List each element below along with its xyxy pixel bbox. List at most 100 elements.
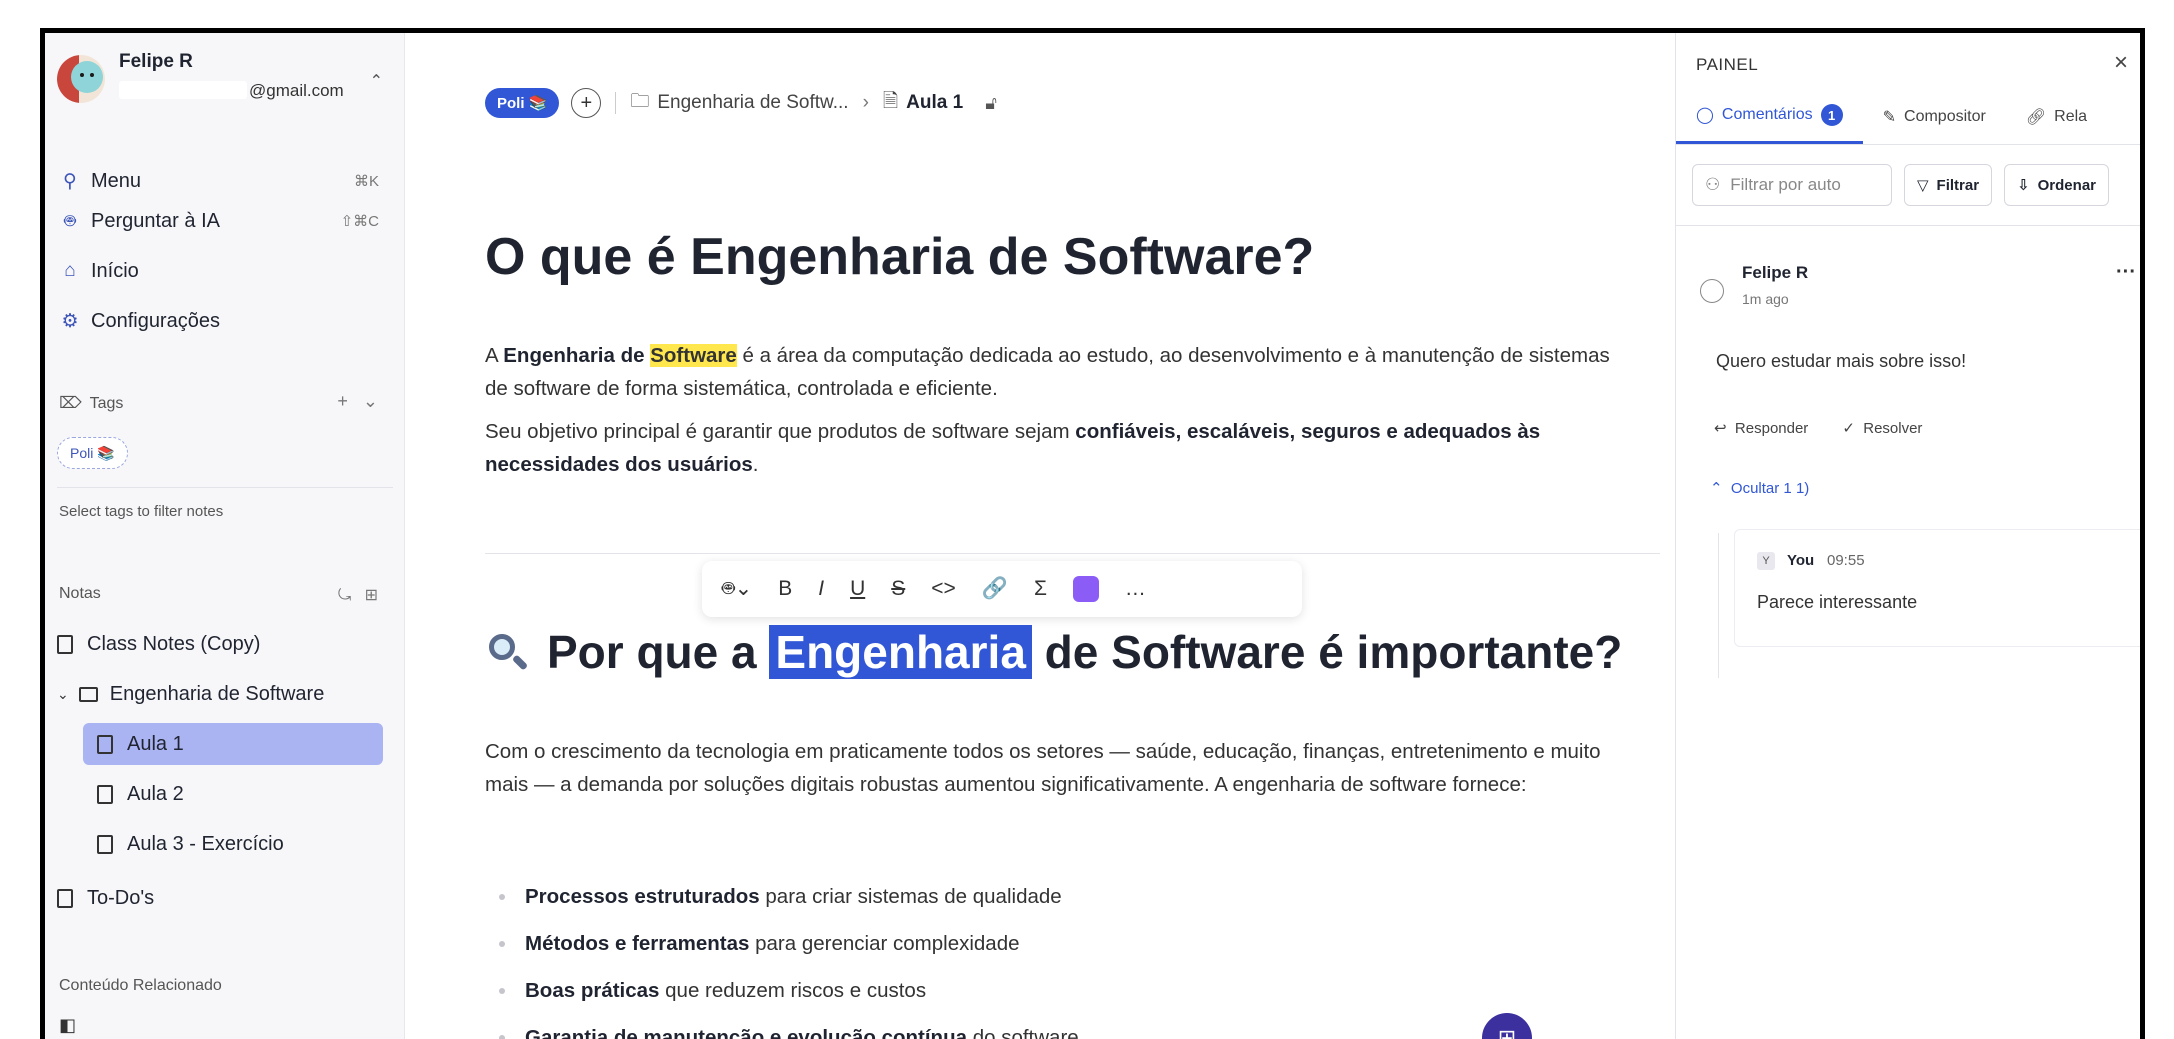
- note-aula-3-exercicio[interactable]: Aula 3 - Exercício: [97, 823, 393, 865]
- highlight-color-button[interactable]: [1072, 576, 1099, 602]
- panel-title: PAINEL: [1696, 55, 1759, 74]
- notes-heading: Notas: [59, 585, 101, 602]
- note-label: Aula 1: [127, 732, 184, 755]
- reply-button[interactable]: ↩ Responder: [1714, 419, 1808, 437]
- filter-button[interactable]: ▽ Filtrar: [1904, 164, 1993, 206]
- nav-home-label: Início: [91, 259, 139, 282]
- more-options-icon[interactable]: ···: [2116, 261, 2136, 284]
- folder-icon: 🗀: [630, 91, 650, 112]
- hide-replies-toggle[interactable]: ⌃ Ocultar 1 1): [1710, 479, 1809, 497]
- lock-icon[interactable]: 🔓︎: [985, 93, 997, 114]
- bullet-list: Processos estruturados para criar sistem…: [485, 873, 1585, 1039]
- tags-heading: ⌦ Tags: [59, 395, 124, 412]
- code-button[interactable]: <>: [931, 577, 956, 601]
- resolve-button[interactable]: ✓ Resolver: [1842, 419, 1922, 437]
- chevron-updown-icon[interactable]: ⌃: [370, 71, 383, 91]
- app-window: Felipe R @gmail.com ⌃ ⚲ Menu ⌘K 🤖︎ Pergu…: [40, 28, 2145, 1039]
- note-aula-2[interactable]: Aula 2: [97, 773, 393, 815]
- comment-time: 1m ago: [1742, 291, 1789, 307]
- strikethrough-button[interactable]: S: [891, 577, 905, 601]
- notes-actions[interactable]: ⤿ ⊞: [338, 585, 378, 605]
- reply-text: Parece interessante: [1757, 592, 1918, 612]
- link-icon: 🔗︎: [2025, 108, 2047, 126]
- section-heading[interactable]: Por que a Engenharia de Software é impor…: [485, 625, 1622, 679]
- formula-button[interactable]: Σ: [1034, 577, 1047, 601]
- profile-switcher[interactable]: Felipe R @gmail.com ⌃: [57, 47, 393, 117]
- note-label: To-Do's: [87, 886, 155, 909]
- folder-icon: [78, 686, 98, 702]
- ai-assist-button[interactable]: 🤖︎⌄: [722, 574, 752, 604]
- chevron-right-icon: ›: [862, 92, 869, 113]
- divider: [1676, 225, 2140, 226]
- comment-author: Felipe R: [1742, 263, 1809, 282]
- selected-text: Engenharia: [769, 625, 1032, 679]
- list-item[interactable]: Boas práticas que reduzem riscos e custo…: [485, 967, 1585, 1014]
- nav-settings[interactable]: ⚙ Configurações: [57, 301, 393, 341]
- new-folder-icon: ⊞: [364, 587, 378, 604]
- sort-button[interactable]: ⇩ Ordenar: [2004, 164, 2109, 206]
- list-item[interactable]: Métodos e ferramentas para gerenciar com…: [485, 920, 1585, 967]
- paragraph-3[interactable]: Com o crescimento da tecnologia em prati…: [485, 735, 1625, 801]
- search-icon: ⚲: [63, 170, 77, 192]
- nav-ask-ai[interactable]: 🤖︎ Perguntar à IA ⇧⌘C: [57, 201, 393, 241]
- breadcrumb-current[interactable]: Aula 1: [906, 92, 963, 114]
- collapse-sidebar-icon[interactable]: ◧: [59, 1015, 76, 1036]
- nav-settings-label: Configurações: [91, 309, 220, 332]
- folder-engenharia-de-software[interactable]: ⌄ Engenharia de Software: [57, 673, 393, 715]
- reply-time: 09:55: [1827, 552, 1865, 569]
- more-options-button[interactable]: …: [1125, 577, 1146, 601]
- workspace-chip[interactable]: Poli 📚: [485, 88, 560, 118]
- nav-ask-ai-label: Perguntar à IA: [91, 209, 220, 232]
- format-toolbar: 🤖︎⌄ B I U S <> 🔗 Σ …: [702, 561, 1302, 617]
- comment-icon: ◯: [1696, 107, 1714, 124]
- list-item[interactable]: Processos estruturados para criar sistem…: [485, 873, 1585, 920]
- nav-menu[interactable]: ⚲ Menu ⌘K: [57, 161, 393, 201]
- document-icon: [57, 634, 73, 654]
- comment-actions: ↩ Responder ✓ Resolver: [1714, 419, 1922, 437]
- page-title[interactable]: O que é Engenharia de Software?: [485, 227, 1314, 287]
- sort-icon: ⇩: [2017, 177, 2030, 194]
- comment-plus-icon: ⊞: [1497, 1025, 1517, 1039]
- profile-email: @gmail.com: [119, 81, 344, 101]
- tab-comments[interactable]: ◯ Comentários 1: [1676, 89, 1863, 144]
- breadcrumb: Poli 📚 + 🗀 Engenharia de Softw... › 🗎 Au…: [485, 87, 997, 119]
- shortcut-label: ⌘K: [353, 173, 379, 190]
- tag-icon: ⌦: [59, 395, 82, 412]
- add-button[interactable]: +: [571, 88, 602, 118]
- note-label: Aula 3 - Exercício: [127, 832, 284, 855]
- paragraph-2[interactable]: Seu objetivo principal é garantir que pr…: [485, 415, 1625, 481]
- comment-avatar: [1700, 279, 1724, 303]
- tab-related[interactable]: 🔗︎ Rela: [2006, 89, 2107, 144]
- chevron-down-icon[interactable]: ⌄: [57, 686, 69, 703]
- paragraph-1[interactable]: A Engenharia de Software é a área da com…: [485, 339, 1625, 405]
- filter-icon: ▽: [1917, 177, 1929, 194]
- bold-button[interactable]: B: [778, 577, 792, 601]
- comments-count-badge: 1: [1820, 104, 1843, 126]
- document-icon: [97, 734, 113, 754]
- document-icon: 🗎: [882, 91, 899, 112]
- tab-composer[interactable]: ✎ Compositor: [1863, 89, 2006, 144]
- nav-home[interactable]: ⌂ Início: [57, 251, 393, 291]
- link-button[interactable]: 🔗: [982, 577, 1008, 601]
- nav-menu-label: Menu: [91, 169, 142, 192]
- robot-icon: 🤖︎: [64, 210, 76, 232]
- folder-label: Engenharia de Software: [109, 682, 325, 705]
- related-content-heading: Conteúdo Relacionado: [59, 977, 222, 994]
- panel-tabs: ◯ Comentários 1 ✎ Compositor 🔗︎ Rela: [1676, 89, 2140, 145]
- tag-pill-poli[interactable]: Poli 📚: [57, 437, 128, 469]
- close-icon[interactable]: ×: [2114, 49, 2128, 77]
- note-aula-1[interactable]: Aula 1: [83, 723, 383, 765]
- divider: [57, 487, 393, 488]
- note-todos[interactable]: To-Do's: [57, 877, 393, 919]
- breadcrumb-parent[interactable]: Engenharia de Softw...: [657, 92, 848, 114]
- note-class-notes-copy[interactable]: Class Notes (Copy): [57, 623, 393, 665]
- filter-row: ⚇ Filtrar por auto ▽ Filtrar ⇩ Ordenar: [1692, 164, 2140, 206]
- italic-button[interactable]: I: [818, 577, 824, 601]
- reply-icon: ↩: [1714, 420, 1727, 437]
- tags-actions[interactable]: + ⌄: [337, 391, 378, 412]
- list-item[interactable]: Garantia de manutenção e evolução contín…: [485, 1014, 1585, 1039]
- underline-button[interactable]: U: [850, 577, 865, 601]
- comment-text: Quero estudar mais sobre isso!: [1716, 351, 1967, 371]
- author-filter-input[interactable]: ⚇ Filtrar por auto: [1692, 164, 1892, 206]
- shortcut-label: ⇧⌘C: [340, 213, 379, 230]
